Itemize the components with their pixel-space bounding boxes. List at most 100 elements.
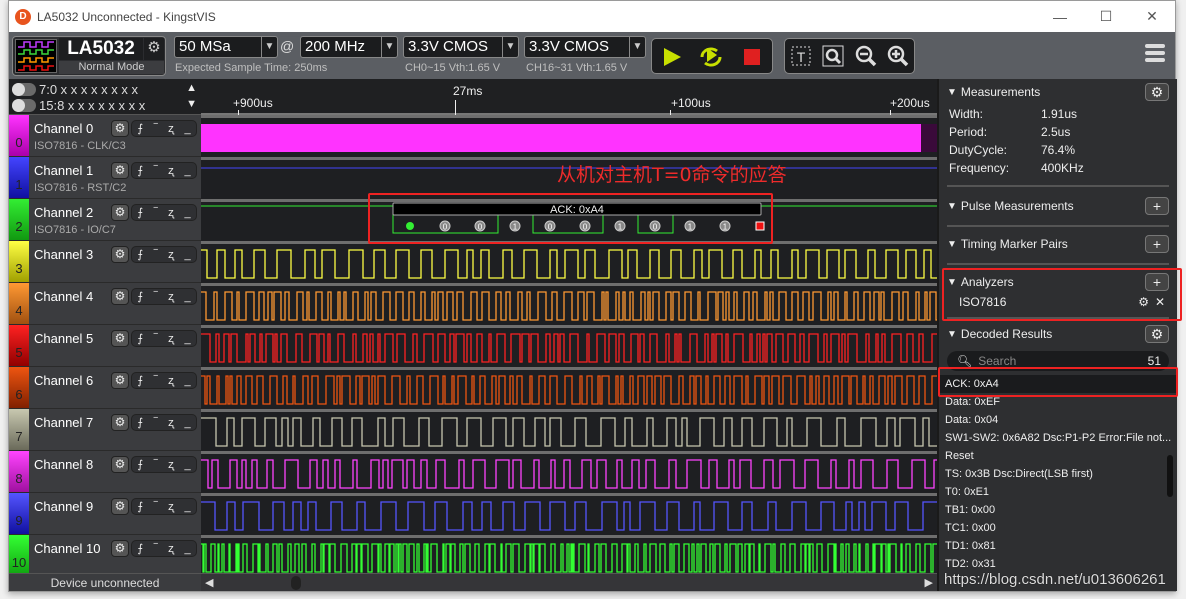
channel-name[interactable]: Channel 6 [34, 373, 93, 388]
channel-color-tab[interactable]: 1 [9, 157, 29, 198]
low-level-trigger-icon[interactable]: _ [184, 207, 190, 219]
timing-header[interactable]: ▼ Timing Marker Pairs [939, 231, 1177, 257]
falling-edge-trigger-icon[interactable]: ʐ [168, 501, 174, 513]
scroll-down-arrow-icon[interactable]: ▼ [186, 98, 197, 110]
channel-gear-icon[interactable]: ⚙ [111, 288, 129, 305]
channel-row[interactable]: 9 Channel 9 ⚙ ⨍ ‾ ʐ _ [9, 493, 201, 535]
trigger-selector[interactable]: ⨍ ‾ ʐ _ [131, 120, 197, 137]
trigger-selector[interactable]: ⨍ ‾ ʐ _ [131, 204, 197, 221]
decoded-result-item[interactable]: TB1: 0x00 [939, 501, 1177, 519]
falling-edge-trigger-icon[interactable]: ʐ [168, 207, 174, 219]
decoded-header[interactable]: ▼ Decoded Results [939, 321, 1177, 347]
channel-color-tab[interactable]: 8 [9, 451, 29, 492]
channel-name[interactable]: Channel 1 [34, 163, 93, 178]
start-play-icon[interactable] [662, 47, 682, 67]
falling-edge-trigger-icon[interactable]: ʐ [168, 417, 174, 429]
channel-row[interactable]: 4 Channel 4 ⚙ ⨍ ‾ ʐ _ [9, 283, 201, 325]
high-level-trigger-icon[interactable]: ‾ [154, 123, 158, 135]
rising-edge-trigger-icon[interactable]: ⨍ [137, 164, 143, 177]
rising-edge-trigger-icon[interactable]: ⨍ [137, 416, 143, 429]
channel-gear-icon[interactable]: ⚙ [111, 414, 129, 431]
horizontal-scrollbar[interactable]: ◀ ▶ [201, 573, 937, 591]
falling-edge-trigger-icon[interactable]: ʐ [168, 249, 174, 261]
decoded-result-item[interactable]: TS: 0x3B Dsc:Direct(LSB first) [939, 465, 1177, 483]
high-level-trigger-icon[interactable]: ‾ [154, 375, 158, 387]
channel-row[interactable]: 1 Channel 1 ISO7816 - RST/C2 ⚙ ⨍ ‾ ʐ _ [9, 157, 201, 199]
channel-gear-icon[interactable]: ⚙ [111, 162, 129, 179]
scroll-left-arrow-icon[interactable]: ◀ [205, 576, 213, 589]
channel-color-tab[interactable]: 7 [9, 409, 29, 450]
low-level-trigger-icon[interactable]: _ [184, 501, 190, 513]
decoded-settings-button[interactable]: ⚙ [1145, 325, 1169, 343]
channel-row[interactable]: 5 Channel 5 ⚙ ⨍ ‾ ʐ _ [9, 325, 201, 367]
channel-name[interactable]: Channel 10 [34, 541, 101, 556]
channel-gear-icon[interactable]: ⚙ [111, 204, 129, 221]
trigger-selector[interactable]: ⨍ ‾ ʐ _ [131, 372, 197, 389]
low-level-trigger-icon[interactable]: _ [184, 375, 190, 387]
loop-play-icon[interactable] [697, 45, 725, 69]
rising-edge-trigger-icon[interactable]: ⨍ [137, 248, 143, 261]
menu-hamburger-icon[interactable] [1145, 44, 1165, 65]
results-scrollbar[interactable] [1167, 455, 1173, 497]
channel-gear-icon[interactable]: ⚙ [111, 246, 129, 263]
rising-edge-trigger-icon[interactable]: ⨍ [137, 542, 143, 555]
channel-name[interactable]: Channel 8 [34, 457, 93, 472]
high-level-trigger-icon[interactable]: ‾ [154, 459, 158, 471]
falling-edge-trigger-icon[interactable]: ʐ [168, 165, 174, 177]
high-level-trigger-icon[interactable]: ‾ [154, 291, 158, 303]
trigger-selector[interactable]: ⨍ ‾ ʐ _ [131, 540, 197, 557]
add-pulse-button[interactable]: + [1145, 197, 1169, 215]
low-level-trigger-icon[interactable]: _ [184, 165, 190, 177]
high-level-trigger-icon[interactable]: ‾ [154, 249, 158, 261]
high-level-trigger-icon[interactable]: ‾ [154, 165, 158, 177]
zoom-in-icon[interactable] [887, 45, 909, 67]
sample-depth-select[interactable]: 50 MSa ▼ [174, 36, 278, 58]
decoded-result-item[interactable]: SW1-SW2: 0x6A82 Dsc:P1-P2 Error:File not… [939, 429, 1177, 447]
rising-edge-trigger-icon[interactable]: ⨍ [137, 374, 143, 387]
low-level-trigger-icon[interactable]: _ [184, 333, 190, 345]
rising-edge-trigger-icon[interactable]: ⨍ [137, 458, 143, 471]
rising-edge-trigger-icon[interactable]: ⨍ [137, 122, 143, 135]
high-level-trigger-icon[interactable]: ‾ [154, 207, 158, 219]
channel-color-tab[interactable]: 9 [9, 493, 29, 534]
falling-edge-trigger-icon[interactable]: ʐ [168, 375, 174, 387]
decoded-result-item[interactable]: TC1: 0x00 [939, 519, 1177, 537]
stop-icon[interactable] [743, 48, 761, 66]
scroll-thumb[interactable] [291, 576, 301, 590]
falling-edge-trigger-icon[interactable]: ʐ [168, 123, 174, 135]
rising-edge-trigger-icon[interactable]: ⨍ [137, 206, 143, 219]
measurements-settings-button[interactable]: ⚙ [1145, 83, 1169, 101]
channel-color-tab[interactable]: 0 [9, 115, 29, 156]
rising-edge-trigger-icon[interactable]: ⨍ [137, 332, 143, 345]
trigger-selector[interactable]: ⨍ ‾ ʐ _ [131, 456, 197, 473]
trigger-selector[interactable]: ⨍ ‾ ʐ _ [131, 414, 197, 431]
channel-name[interactable]: Channel 9 [34, 499, 93, 514]
trigger-selector[interactable]: ⨍ ‾ ʐ _ [131, 162, 197, 179]
channel-gear-icon[interactable]: ⚙ [111, 540, 129, 557]
decoded-result-item[interactable]: Data: 0x04 [939, 411, 1177, 429]
channel-name[interactable]: Channel 7 [34, 415, 93, 430]
channel-name[interactable]: Channel 4 [34, 289, 93, 304]
device-settings-gear-icon[interactable]: ⚙ [144, 38, 164, 60]
trigger-selector[interactable]: ⨍ ‾ ʐ _ [131, 330, 197, 347]
rising-edge-trigger-icon[interactable]: ⨍ [137, 290, 143, 303]
pattern-toggle-high[interactable] [12, 99, 36, 112]
channel-row[interactable]: 7 Channel 7 ⚙ ⨍ ‾ ʐ _ [9, 409, 201, 451]
channel-color-tab[interactable]: 3 [9, 241, 29, 282]
falling-edge-trigger-icon[interactable]: ʐ [168, 543, 174, 555]
channel-name[interactable]: Channel 5 [34, 331, 93, 346]
channel-gear-icon[interactable]: ⚙ [111, 456, 129, 473]
channel-row[interactable]: 3 Channel 3 ⚙ ⨍ ‾ ʐ _ [9, 241, 201, 283]
high-level-trigger-icon[interactable]: ‾ [154, 333, 158, 345]
channel-color-tab[interactable]: 4 [9, 283, 29, 324]
zoom-fit-icon[interactable] [822, 45, 844, 67]
zoom-out-icon[interactable] [855, 45, 877, 67]
add-timing-pair-button[interactable]: + [1145, 235, 1169, 253]
decoded-result-item[interactable]: TD1: 0x81 [939, 537, 1177, 555]
channel-row[interactable]: 8 Channel 8 ⚙ ⨍ ‾ ʐ _ [9, 451, 201, 493]
low-level-trigger-icon[interactable]: _ [184, 291, 190, 303]
scroll-up-arrow-icon[interactable]: ▲ [186, 82, 197, 94]
falling-edge-trigger-icon[interactable]: ʐ [168, 333, 174, 345]
high-level-trigger-icon[interactable]: ‾ [154, 543, 158, 555]
trigger-selector[interactable]: ⨍ ‾ ʐ _ [131, 246, 197, 263]
